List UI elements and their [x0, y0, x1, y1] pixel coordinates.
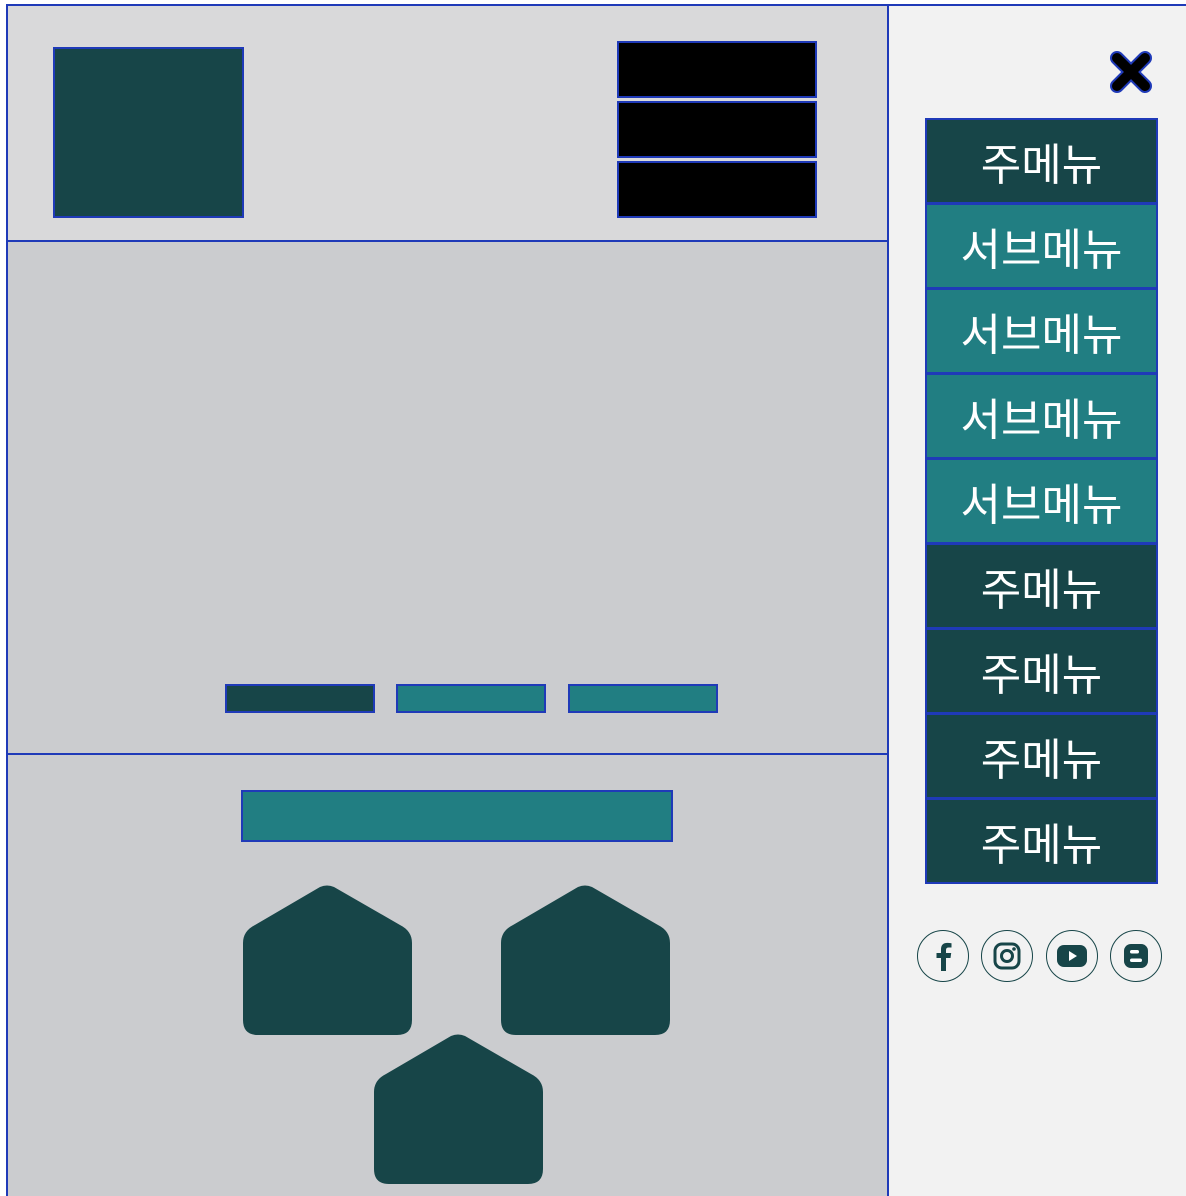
hamburger-icon[interactable]	[617, 41, 817, 219]
house-icon[interactable]	[500, 885, 671, 1036]
menu-item-sub[interactable]: 서브메뉴	[925, 203, 1158, 289]
section-title-bar	[241, 790, 673, 842]
menu-item-main[interactable]: 주메뉴	[925, 543, 1158, 629]
menu-item-sub[interactable]: 서브메뉴	[925, 373, 1158, 459]
house-icon[interactable]	[373, 1034, 544, 1185]
side-menu-panel: 주메뉴 서브메뉴 서브메뉴 서브메뉴 서브메뉴 주메뉴 주메뉴 주메뉴 주메뉴	[889, 6, 1186, 1196]
youtube-icon[interactable]	[1046, 930, 1098, 982]
hamburger-bar	[617, 161, 817, 218]
menu-item-main[interactable]: 주메뉴	[925, 798, 1158, 884]
instagram-icon[interactable]	[981, 930, 1033, 982]
hamburger-bar	[617, 101, 817, 158]
social-links	[917, 930, 1167, 986]
close-icon[interactable]	[1108, 49, 1154, 95]
slider-indicator-1[interactable]	[225, 684, 375, 713]
menu-item-main[interactable]: 주메뉴	[925, 118, 1158, 204]
slider-indicator-2[interactable]	[396, 684, 546, 713]
menu-list: 주메뉴 서브메뉴 서브메뉴 서브메뉴 서브메뉴 주메뉴 주메뉴 주메뉴 주메뉴	[925, 118, 1158, 884]
menu-item-sub[interactable]: 서브메뉴	[925, 458, 1158, 544]
header	[8, 6, 887, 242]
facebook-icon[interactable]	[917, 930, 969, 982]
content-section	[8, 755, 887, 1196]
logo[interactable]	[53, 47, 244, 218]
house-icon[interactable]	[242, 885, 413, 1036]
blogger-icon[interactable]	[1110, 930, 1162, 982]
hamburger-bar	[617, 41, 817, 98]
menu-item-main[interactable]: 주메뉴	[925, 713, 1158, 799]
main-area	[8, 6, 889, 1196]
hero-slider	[8, 242, 887, 755]
slider-indicator-3[interactable]	[568, 684, 718, 713]
menu-item-sub[interactable]: 서브메뉴	[925, 288, 1158, 374]
menu-item-main[interactable]: 주메뉴	[925, 628, 1158, 714]
